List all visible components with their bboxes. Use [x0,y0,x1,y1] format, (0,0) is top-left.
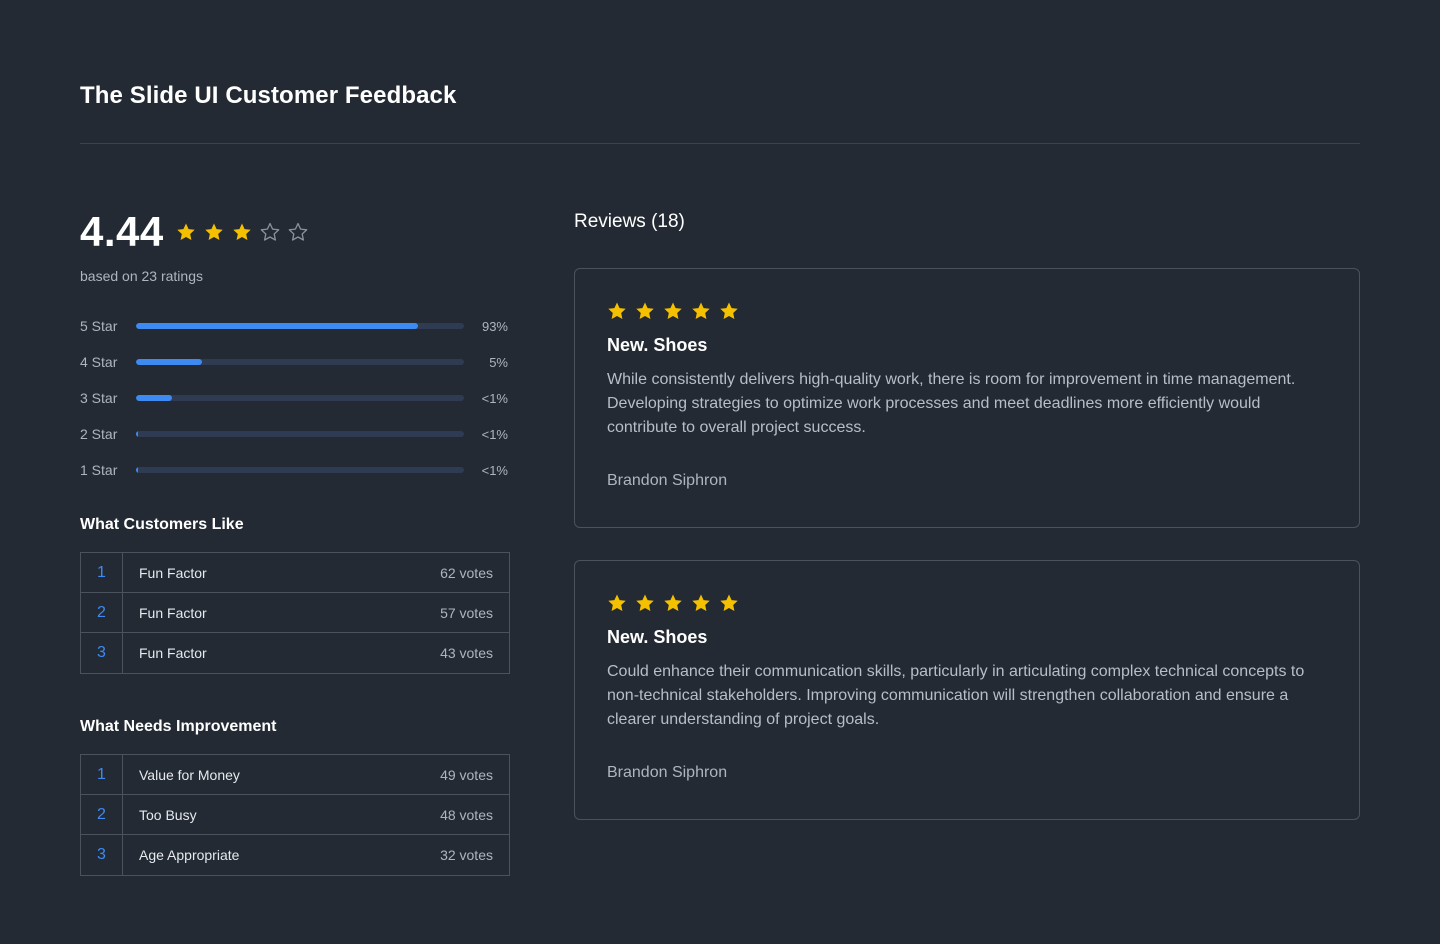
rank-votes: 57 votes [440,604,493,621]
star-filled-icon [177,223,195,240]
rank-votes: 49 votes [440,766,493,783]
star-filled-icon [636,302,654,319]
rating-bar-percent: <1% [481,462,508,478]
rating-bar-label: 2 Star [80,426,118,442]
star-filled-icon [636,594,654,611]
review-title: New. Shoes [607,627,708,647]
rating-bar-percent: 5% [489,354,508,370]
star-filled-icon [233,223,251,240]
likes-row: 2 Fun Factor 57 votes [81,593,509,633]
ratings-count: based on 23 ratings [80,268,203,284]
star-filled-icon [692,594,710,611]
improvements-row: 1 Value for Money 49 votes [81,755,509,795]
rating-bar-track [136,467,464,473]
rating-bar-track [136,395,464,401]
rating-bar-label: 3 Star [80,390,118,406]
rating-bar-label: 4 Star [80,354,118,370]
rating-bar-percent: <1% [481,426,508,442]
star-filled-icon [608,302,626,319]
rating-bar-fill [136,395,173,401]
star-filled-icon [664,302,682,319]
likes-row: 3 Fun Factor 43 votes [81,633,509,673]
improvements-table: 1 Value for Money 49 votes 2 Too Busy 48… [80,754,510,876]
rank-votes: 43 votes [440,645,493,661]
rank-number: 2 [81,593,123,632]
rating-bar-row: 3 Star <1% [80,380,510,416]
review-author: Brandon Siphron [607,764,728,781]
star-filled-icon [692,302,710,319]
rank-item-name: Age Appropriate [139,847,240,863]
review-star-rating [607,593,1327,613]
likes-section-title: What Customers Like [80,516,244,533]
header-divider [80,143,1360,144]
star-filled-icon [608,594,626,611]
average-score: 4.44 [80,208,164,255]
star-filled-icon [205,223,223,240]
likes-table: 1 Fun Factor 62 votes 2 Fun Factor 57 vo… [80,552,510,674]
rank-item-name: Fun Factor [139,564,207,581]
rank-number: 1 [81,755,123,794]
rank-item-name: Too Busy [139,806,197,823]
rating-bar-fill [136,359,202,365]
rating-bar-track [136,359,464,365]
review-author: Brandon Siphron [607,472,728,489]
star-filled-icon [720,594,738,611]
rank-number: 3 [81,633,123,673]
review-card: New. Shoes While consistently delivers h… [574,268,1360,528]
reviews-title: Reviews (18) [574,211,685,232]
rating-bar-track [136,323,464,329]
page-title: The Slide UI Customer Feedback [80,82,457,109]
rank-item-name: Fun Factor [139,645,207,661]
rating-bar-label: 1 Star [80,462,118,478]
rank-item-name: Value for Money [139,766,240,783]
rating-bar-fill [136,467,138,473]
rating-bar-label: 5 Star [80,318,118,334]
review-star-rating [607,301,1327,321]
rank-votes: 48 votes [440,806,493,823]
likes-row: 1 Fun Factor 62 votes [81,553,509,593]
improvements-row: 2 Too Busy 48 votes [81,795,509,835]
rating-bar-row: 1 Star <1% [80,452,510,488]
review-body: Could enhance their communication skills… [607,663,1305,728]
rating-bar-track [136,431,464,437]
rank-votes: 62 votes [440,564,493,581]
rating-breakdown: 5 Star 93% 4 Star 5% 3 Star <1% 2 Star <… [80,308,510,488]
star-empty-icon [260,222,280,241]
rank-number: 2 [81,795,123,834]
improvements-section-title: What Needs Improvement [80,718,277,735]
review-title: New. Shoes [607,335,708,355]
star-empty-icon [288,222,308,241]
ratings-summary-panel: 4.44 based on 23 ratings 5 Star 93% 4 St… [80,200,510,876]
star-filled-icon [664,594,682,611]
review-card: New. Shoes Could enhance their communica… [574,560,1360,820]
rank-number: 1 [81,553,123,592]
rank-item-name: Fun Factor [139,604,207,621]
review-body: While consistently delivers high-quality… [607,371,1296,436]
score-row: 4.44 [80,200,510,264]
rating-bar-row: 2 Star <1% [80,416,510,452]
rating-bar-fill [136,323,419,329]
rank-number: 3 [81,835,123,875]
rating-bar-row: 5 Star 93% [80,308,510,344]
rating-bar-fill [136,431,138,437]
star-filled-icon [720,302,738,319]
rating-bar-row: 4 Star 5% [80,344,510,380]
rank-votes: 32 votes [440,847,493,863]
improvements-row: 3 Age Appropriate 32 votes [81,835,509,875]
average-star-rating [176,222,308,242]
rating-bar-percent: <1% [481,390,508,406]
rating-bar-percent: 93% [481,318,508,334]
